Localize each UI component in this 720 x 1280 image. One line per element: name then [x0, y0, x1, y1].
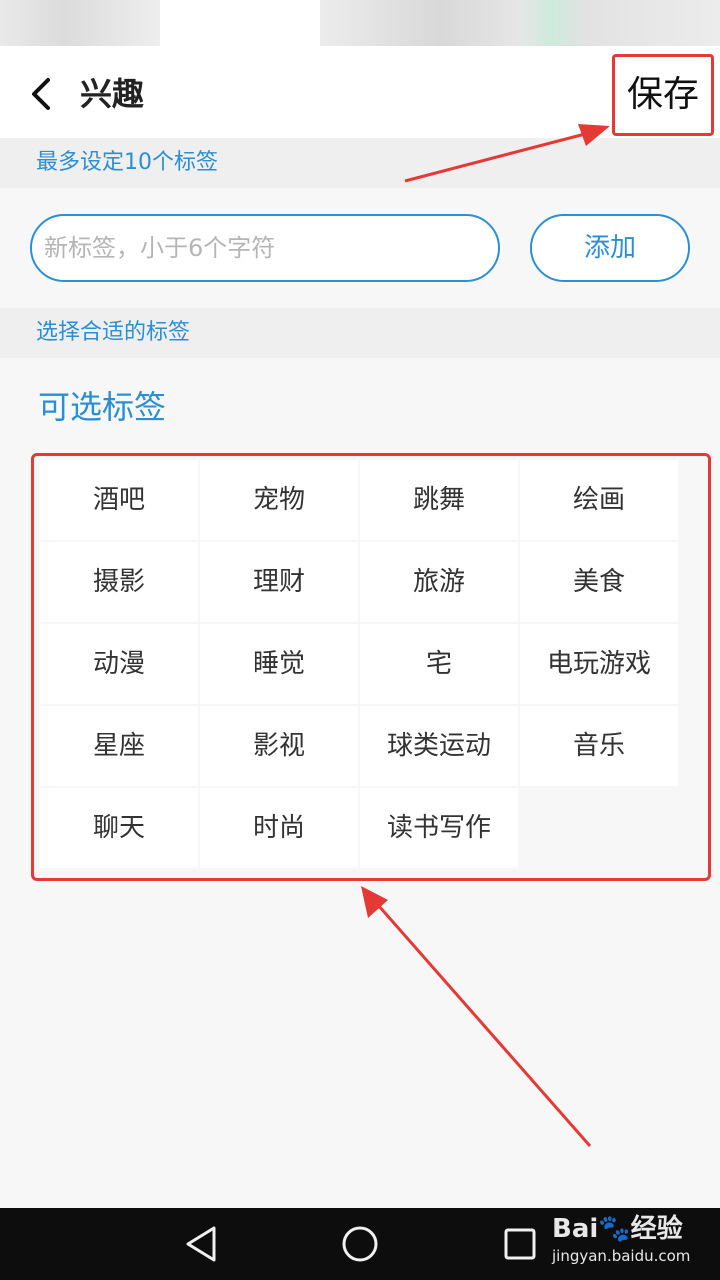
back-button[interactable] — [24, 74, 64, 114]
tag-item[interactable]: 聊天 — [40, 788, 198, 868]
tag-item[interactable]: 跳舞 — [360, 460, 518, 540]
optional-tags-title: 可选标签 — [38, 388, 167, 426]
nav-recent-apps-icon[interactable] — [498, 1222, 542, 1266]
baidu-jingyan-watermark: Bai🐾经验 jingyan.baidu.com — [552, 1212, 690, 1266]
watermark-url: jingyan.baidu.com — [552, 1247, 691, 1265]
tag-item[interactable]: 宠物 — [200, 460, 358, 540]
tag-item[interactable]: 酒吧 — [40, 460, 198, 540]
tag-item[interactable]: 宅 — [360, 624, 518, 704]
custom-tags-section-header: 最多设定10个标签 — [0, 138, 720, 188]
tag-item[interactable]: 球类运动 — [360, 706, 518, 786]
tags-grid: 酒吧 宠物 跳舞 绘画 摄影 理财 旅游 美食 动漫 睡觉 宅 电玩游戏 星座 … — [40, 460, 680, 868]
status-bar — [0, 0, 720, 50]
nav-home-icon[interactable] — [338, 1222, 382, 1266]
status-bar-right-blurred — [320, 0, 720, 46]
arrow-to-tags-box — [361, 886, 592, 1147]
tag-item[interactable]: 动漫 — [40, 624, 198, 704]
new-tag-input[interactable] — [30, 214, 500, 282]
tag-item[interactable]: 电玩游戏 — [520, 624, 678, 704]
tag-item[interactable]: 旅游 — [360, 542, 518, 622]
tag-item[interactable]: 理财 — [200, 542, 358, 622]
add-tag-row: 添加 — [0, 188, 720, 308]
app-header: 兴趣 保存 — [0, 50, 720, 138]
tag-item[interactable]: 读书写作 — [360, 788, 518, 868]
watermark-logo: Bai🐾经验 — [552, 1214, 683, 1244]
add-tag-button[interactable]: 添加 — [530, 214, 690, 282]
tag-item[interactable]: 音乐 — [520, 706, 678, 786]
tag-item[interactable]: 绘画 — [520, 460, 678, 540]
tag-item[interactable]: 睡觉 — [200, 624, 358, 704]
system-navigation-bar: Bai🐾经验 jingyan.baidu.com — [0, 1208, 720, 1280]
tag-item[interactable]: 时尚 — [200, 788, 358, 868]
chevron-left-icon — [32, 78, 50, 110]
tag-item[interactable]: 美食 — [520, 542, 678, 622]
page-title: 兴趣 — [80, 75, 145, 113]
choose-tags-section-header: 选择合适的标签 — [0, 308, 720, 358]
max-tags-hint: 最多设定10个标签 — [36, 150, 218, 175]
save-button[interactable]: 保存 — [612, 54, 714, 136]
choose-tags-hint: 选择合适的标签 — [36, 320, 191, 345]
status-bar-left-blurred — [0, 0, 160, 46]
nav-back-icon[interactable] — [180, 1222, 224, 1266]
tag-item[interactable]: 摄影 — [40, 542, 198, 622]
tag-item[interactable]: 影视 — [200, 706, 358, 786]
tag-item[interactable]: 星座 — [40, 706, 198, 786]
